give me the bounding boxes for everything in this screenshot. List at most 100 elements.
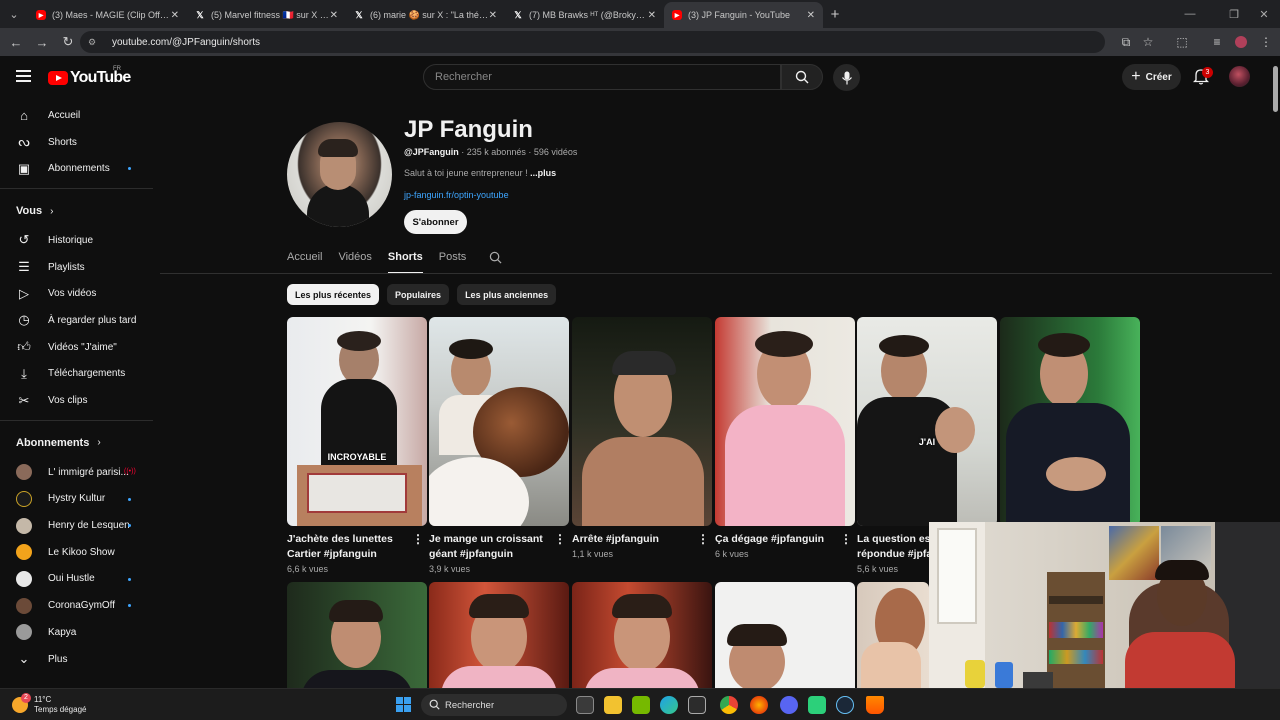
sidebar-show-more[interactable]: ⌄ Plus [0,646,155,673]
chrome-icon[interactable] [720,696,738,714]
chip-oldest[interactable]: Les plus anciennes [457,284,557,305]
subscription-channel[interactable]: CoronaGymOff [0,592,155,619]
channel-description[interactable]: Salut à toi jeune entrepreneur ! ...plus [404,168,556,178]
sidebar-item-home[interactable]: ⌂ Accueil [0,102,155,129]
short-thumbnail[interactable] [429,317,569,526]
vlc-icon[interactable] [866,696,884,714]
browser-tab[interactable]: 𝕏 (5) Marvel fitness 🇫🇷 sur X : "Ne ✕ [187,2,346,28]
sidebar-item-subscriptions[interactable]: ▣ Abonnements [0,155,155,182]
subscription-channel[interactable]: Kapya [0,619,155,646]
description-more-link[interactable]: ...plus [530,168,556,178]
install-app-icon[interactable]: ⧉ [1114,28,1138,56]
address-bar[interactable]: ⚙ youtube.com/@JPFanguin/shorts [80,31,1105,53]
sidebar-item-watch-later[interactable]: ◷ À regarder plus tard [0,307,155,334]
sidebar-item-liked-videos[interactable]: 👍︎ Vidéos "J'aime" [0,334,155,361]
sidebar-item-shorts[interactable]: ᔓ Shorts [0,129,155,156]
profile-icon[interactable] [1229,28,1253,56]
edge-icon[interactable] [660,696,678,714]
channel-search-button[interactable] [489,251,502,269]
short-card[interactable] [1000,317,1140,526]
tab-posts[interactable]: Posts [439,248,467,274]
steam-icon[interactable] [836,696,854,714]
tab-shorts[interactable]: Shorts [387,248,423,274]
short-card[interactable]: Je mange un croissant géant #jpfanguin ⋮ … [429,317,569,574]
site-info-icon[interactable]: ⚙ [88,37,100,47]
bookmark-star-icon[interactable]: ☆ [1136,28,1160,56]
short-thumbnail[interactable] [857,582,929,688]
more-options-icon[interactable]: ⋮ [411,533,425,545]
tab-home[interactable]: Accueil [287,248,322,274]
search-button[interactable] [781,64,823,90]
account-avatar[interactable] [1229,66,1250,87]
scrollbar-thumb[interactable] [1273,66,1278,112]
youtube-logo[interactable]: YouTube FR [48,66,131,87]
messaging-app-icon[interactable] [808,696,826,714]
channel-avatar-large[interactable] [287,122,392,227]
browser-tab[interactable]: ▶ (3) Maes - MAGIE (Clip Officiel) ✕ [28,2,187,28]
browser-menu-icon[interactable]: ⋮ [1254,28,1278,56]
search-input[interactable]: Rechercher [423,64,781,90]
browser-tab[interactable]: 𝕏 (7) MB Brawks ᴴᵀ (@BrokyBrawks) ✕ [505,2,664,28]
sidebar-item-downloads[interactable]: ⤓ Téléchargements [0,361,155,388]
tab-search-button[interactable]: ⌄ [0,0,28,28]
chip-popular[interactable]: Populaires [387,284,450,305]
subscription-channel[interactable]: Hystry Kultur [0,486,155,513]
subscription-channel[interactable]: L' immigré parisi... ((•)) [0,459,155,486]
subscription-channel[interactable]: Le Kikoo Show [0,539,155,566]
sidebar-item-history[interactable]: ↺ Historique [0,227,155,254]
menu-icon[interactable] [16,70,31,82]
extensions-icon[interactable]: ⬚ [1170,28,1194,56]
new-tab-button[interactable]: + [823,6,847,23]
subscribe-button[interactable]: S'abonner [404,210,467,234]
close-tab-icon[interactable]: ✕ [489,10,497,21]
more-options-icon[interactable]: ⋮ [839,533,853,545]
firefox-icon[interactable] [750,696,768,714]
discord-icon[interactable] [780,696,798,714]
close-tab-icon[interactable]: ✕ [330,10,338,21]
sidebar-item-clips[interactable]: ✂ Vos clips [0,387,155,414]
weather-widget[interactable]: 2 11°C Temps dégagé [12,693,86,715]
short-thumbnail[interactable] [572,582,712,688]
short-thumbnail[interactable] [572,317,712,526]
close-tab-icon[interactable]: ✕ [648,10,656,21]
subscription-channel[interactable]: Oui Hustle [0,566,155,593]
chip-latest[interactable]: Les plus récentes [287,284,380,305]
file-explorer-icon[interactable] [604,696,622,714]
close-tab-icon[interactable]: ✕ [171,10,179,21]
short-thumbnail[interactable] [715,317,855,526]
short-card[interactable]: INCROYABLE J'achète des lunettes Cartier… [287,317,427,574]
sidebar-item-your-videos[interactable]: ▷ Vos vidéos [0,280,155,307]
short-thumbnail[interactable] [715,582,855,688]
channel-external-link[interactable]: jp-fanguin.fr/optin-youtube [404,190,509,200]
task-view-icon[interactable] [576,696,594,714]
forward-icon[interactable]: → [30,30,54,54]
reload-icon[interactable]: ↻ [56,30,80,54]
create-button[interactable]: + Créer [1122,64,1181,90]
short-thumbnail[interactable] [1000,317,1140,526]
store-icon[interactable] [688,696,706,714]
close-window-icon[interactable]: ✕ [1246,0,1280,28]
reading-list-icon[interactable]: ≡ [1205,28,1229,56]
short-card[interactable]: Arrête #jpfanguin ⋮ 1,1 k vues [572,317,712,559]
voice-search-button[interactable] [833,64,860,91]
sidebar-item-playlists[interactable]: ☰ Playlists [0,254,155,281]
browser-tab[interactable]: 𝕏 (6) marie 🍪 sur X : "La théorie ✕ [346,2,505,28]
minimize-icon[interactable]: — [1172,0,1208,28]
more-options-icon[interactable]: ⋮ [553,533,567,545]
sidebar-section-you[interactable]: Vous › [0,195,155,227]
windows-start-icon[interactable] [396,697,412,713]
nvidia-icon[interactable] [632,696,650,714]
close-tab-icon[interactable]: ✕ [807,10,815,21]
short-card[interactable]: Ça dégage #jpfanguin ⋮ 6 k vues [715,317,855,559]
short-thumbnail[interactable]: INCROYABLE [287,317,427,526]
tab-videos[interactable]: Vidéos [338,248,371,274]
subscription-channel[interactable]: Henry de Lesquen [0,512,155,539]
more-options-icon[interactable]: ⋮ [696,533,710,545]
short-thumbnail[interactable] [287,582,427,688]
browser-tab-active[interactable]: ▶ (3) JP Fanguin - YouTube ✕ [664,2,823,28]
taskbar-search[interactable]: Rechercher [421,694,567,716]
short-thumbnail[interactable]: J'AI [857,317,997,526]
sidebar-section-subscriptions[interactable]: Abonnements › [0,427,155,459]
short-thumbnail[interactable] [429,582,569,688]
back-icon[interactable]: ← [4,30,28,54]
